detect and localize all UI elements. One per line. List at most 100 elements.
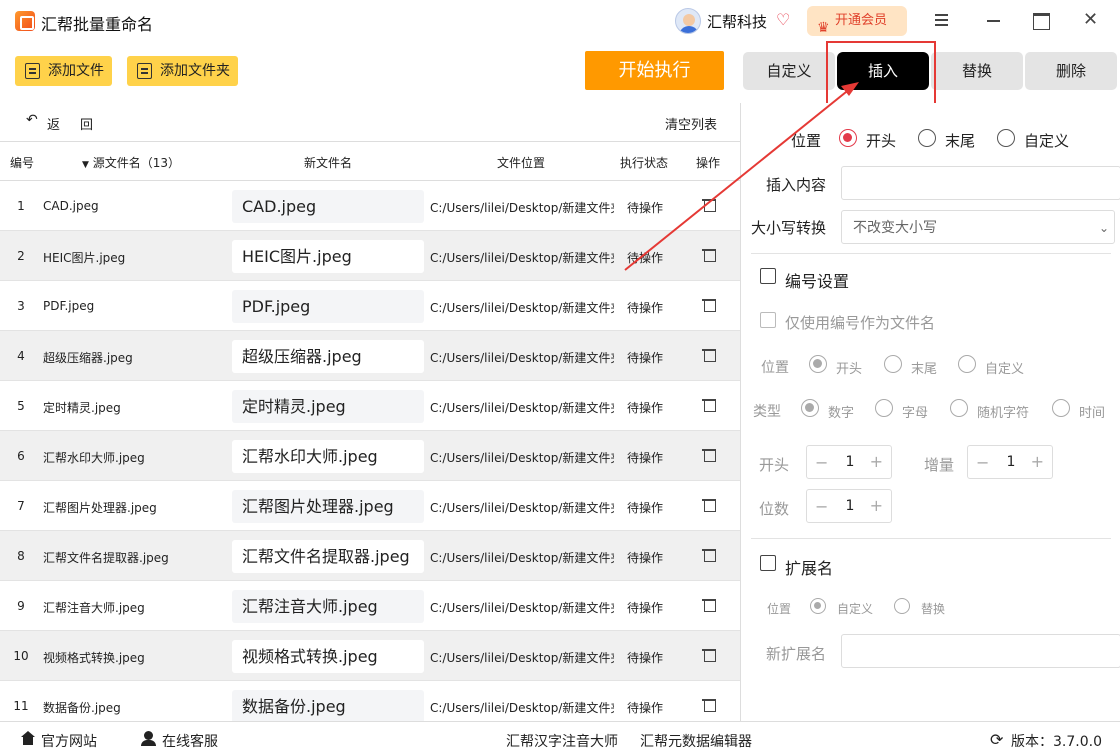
insert-content-input[interactable] [841,166,1120,200]
user-avatar[interactable] [675,8,701,34]
col-header-source[interactable]: ▼ 源文件名（13） [82,154,180,171]
account-name[interactable]: 汇帮科技 [707,11,767,32]
metadata-app-link[interactable]: 汇帮元数据编辑器 [640,731,752,751]
heart-icon[interactable]: ♡ [776,10,790,29]
tab-delete[interactable]: 删除 [1025,52,1117,90]
num-type-option-time[interactable]: 时间 [1079,402,1105,421]
back-button[interactable]: 返回 [47,114,113,133]
position-option-custom[interactable]: 自定义 [1024,130,1069,151]
ext-option-replace[interactable]: 替换 [921,600,945,617]
ext-radio-replace[interactable] [894,598,910,614]
maximize-icon[interactable] [1032,11,1050,30]
tab-custom[interactable]: 自定义 [743,52,835,90]
position-radio-start[interactable] [839,129,857,147]
num-position-option-end[interactable]: 末尾 [911,358,937,377]
website-link[interactable]: 官方网站 [41,731,97,751]
num-position-option-start[interactable]: 开头 [836,358,862,377]
num-type-radio-letter[interactable] [875,399,893,417]
position-option-end[interactable]: 末尾 [945,130,975,151]
numbering-checkbox[interactable] [760,268,776,284]
back-arrow-icon[interactable]: ↶ [26,112,38,128]
position-radio-custom[interactable] [997,129,1015,147]
trash-icon[interactable] [702,197,716,212]
num-position-radio-start[interactable] [809,355,827,373]
table-row[interactable]: 7 汇帮图片处理器.jpeg 汇帮图片处理器.jpeg C:/Users/lil… [0,481,740,531]
trash-icon[interactable] [702,247,716,262]
tab-replace[interactable]: 替换 [931,52,1023,90]
table-row[interactable]: 3 PDF.jpeg PDF.jpeg C:/Users/lilei/Deskt… [0,281,740,331]
refresh-icon[interactable]: ⟳ [990,730,1003,749]
trash-icon[interactable] [702,397,716,412]
pinyin-app-link[interactable]: 汇帮汉字注音大师 [506,731,618,751]
num-position-radio-end[interactable] [884,355,902,373]
row-new-name[interactable]: 定时精灵.jpeg [232,390,424,423]
only-number-checkbox[interactable] [760,312,776,328]
row-status: 待操作 [627,301,664,315]
ext-radio-custom[interactable] [810,598,826,614]
table-row[interactable]: 8 汇帮文件名提取器.jpeg 汇帮文件名提取器.jpeg C:/Users/l… [0,531,740,581]
trash-icon[interactable] [702,597,716,612]
trash-icon[interactable] [702,297,716,312]
table-row[interactable]: 5 定时精灵.jpeg 定时精灵.jpeg C:/Users/lilei/Des… [0,381,740,431]
table-row[interactable]: 2 HEIC图片.jpeg HEIC图片.jpeg C:/Users/lilei… [0,231,740,281]
add-file-button[interactable]: 添加文件 [15,56,112,86]
table-row[interactable]: 9 汇帮注音大师.jpeg 汇帮注音大师.jpeg C:/Users/lilei… [0,581,740,631]
extension-checkbox[interactable] [760,555,776,571]
row-new-name[interactable]: 汇帮水印大师.jpeg [232,440,424,473]
file-list: 1 CAD.jpeg CAD.jpeg C:/Users/lilei/Deskt… [0,181,740,721]
trash-icon[interactable] [702,647,716,662]
trash-icon[interactable] [702,497,716,512]
col-header-action: 操作 [696,156,721,170]
table-row[interactable]: 10 视频格式转换.jpeg 视频格式转换.jpeg C:/Users/lile… [0,631,740,681]
plus-icon[interactable]: + [870,452,883,471]
new-ext-input[interactable] [841,634,1120,668]
start-stepper[interactable]: − 1 + [806,445,892,479]
minimize-icon[interactable] [984,11,1002,29]
ext-option-custom[interactable]: 自定义 [837,600,873,617]
close-icon[interactable]: ✕ [1083,11,1101,29]
row-new-name[interactable]: PDF.jpeg [232,290,424,323]
num-position-radio-custom[interactable] [958,355,976,373]
digits-stepper[interactable]: − 1 + [806,489,892,523]
row-new-name[interactable]: 汇帮文件名提取器.jpeg [232,540,424,573]
row-new-name[interactable]: 数据备份.jpeg [232,690,424,721]
position-option-start[interactable]: 开头 [866,130,896,151]
plus-icon[interactable]: + [1031,452,1044,471]
num-position-option-custom[interactable]: 自定义 [985,358,1024,377]
step-label: 增量 [924,456,955,474]
trash-icon[interactable] [702,697,716,712]
vip-button[interactable]: ♛ 开通会员 [807,6,907,36]
add-folder-button[interactable]: 添加文件夹 [127,56,238,86]
row-source-name: CAD.jpeg [43,199,99,213]
row-status: 待操作 [627,451,664,465]
num-type-option-letter[interactable]: 字母 [902,402,928,421]
clear-list-button[interactable]: 清空列表 [665,114,717,133]
row-new-name[interactable]: 汇帮图片处理器.jpeg [232,490,424,523]
start-button[interactable]: 开始执行 [585,51,724,90]
case-select[interactable]: 不改变大小写 ⌄ [841,210,1115,244]
num-type-option-random[interactable]: 随机字符 [977,402,1029,421]
row-new-name[interactable]: 视频格式转换.jpeg [232,640,424,673]
trash-icon[interactable] [702,347,716,362]
customer-service-icon[interactable] [141,731,156,746]
row-new-name[interactable]: CAD.jpeg [232,190,424,223]
row-new-name[interactable]: 超级压缩器.jpeg [232,340,424,373]
trash-icon[interactable] [702,547,716,562]
menu-icon[interactable] [933,11,951,29]
trash-icon[interactable] [702,447,716,462]
num-type-radio-number[interactable] [801,399,819,417]
num-type-option-number[interactable]: 数字 [828,402,854,421]
table-row[interactable]: 6 汇帮水印大师.jpeg 汇帮水印大师.jpeg C:/Users/lilei… [0,431,740,481]
table-row[interactable]: 1 CAD.jpeg CAD.jpeg C:/Users/lilei/Deskt… [0,181,740,231]
table-row[interactable]: 11 数据备份.jpeg 数据备份.jpeg C:/Users/lilei/De… [0,681,740,721]
plus-icon[interactable]: + [870,496,883,515]
row-new-name[interactable]: 汇帮注音大师.jpeg [232,590,424,623]
step-stepper[interactable]: − 1 + [967,445,1053,479]
num-type-radio-random[interactable] [950,399,968,417]
position-radio-end[interactable] [918,129,936,147]
row-new-name[interactable]: HEIC图片.jpeg [232,240,424,273]
service-link[interactable]: 在线客服 [162,731,218,751]
table-row[interactable]: 4 超级压缩器.jpeg 超级压缩器.jpeg C:/Users/lilei/D… [0,331,740,381]
num-type-radio-time[interactable] [1052,399,1070,417]
home-icon[interactable] [21,731,35,745]
